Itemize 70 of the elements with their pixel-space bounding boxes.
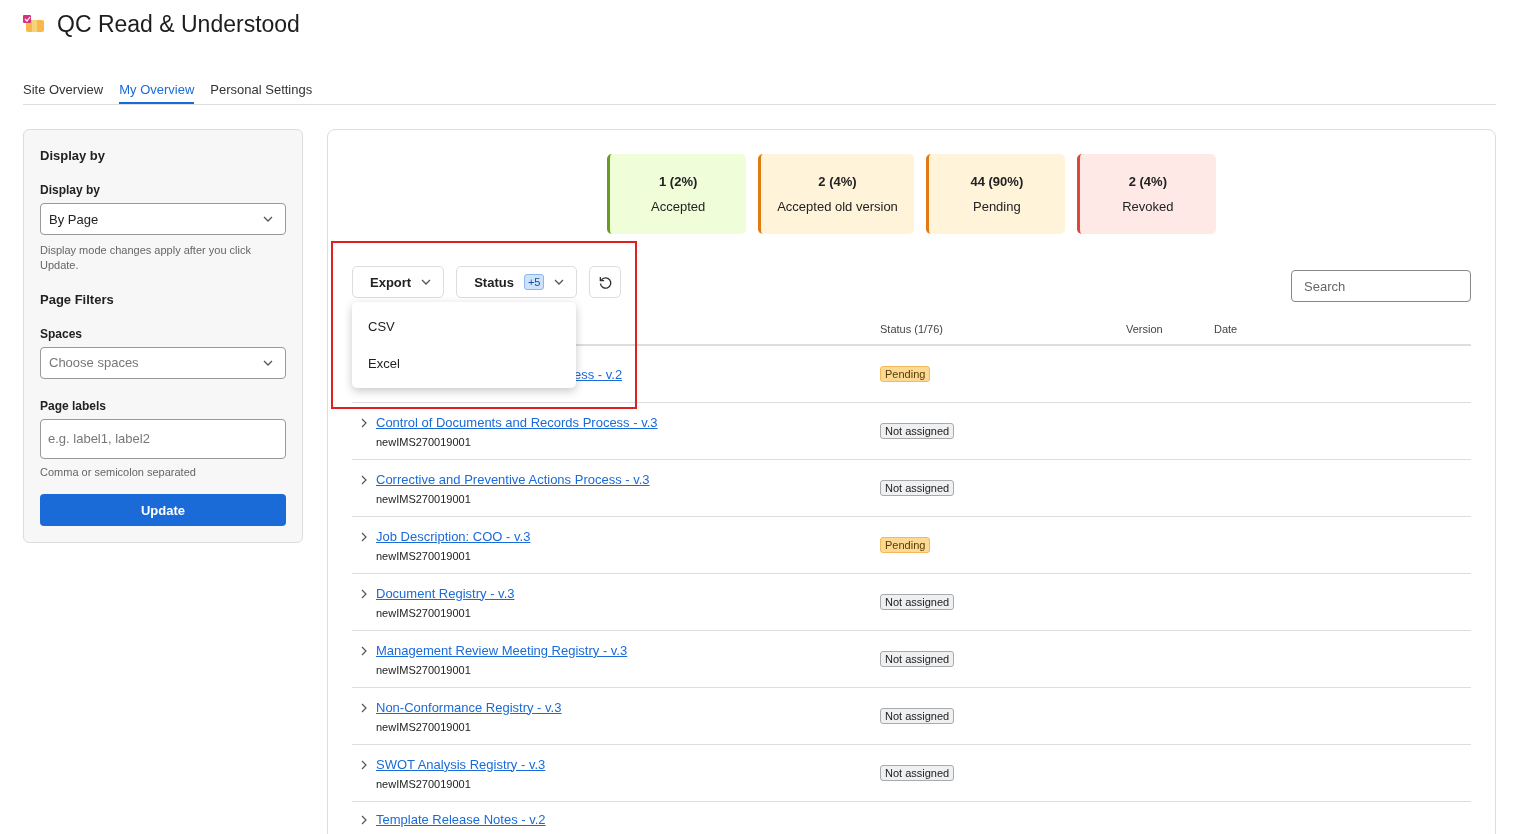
count-badge: +5 [523,274,545,290]
reset-button[interactable] [589,266,622,298]
status-badge: Not assigned [880,480,955,496]
hint-text: Display mode changes apply after you click Update. [40,243,252,274]
summary-label: Revoked [1122,199,1174,214]
status-filter-button[interactable]: Status +5 [456,266,578,298]
summary-count: 2 (4%) [818,174,857,189]
chevron-right-icon[interactable] [360,474,368,485]
space-key: newIMS270019001 [376,663,628,676]
space-key: newIMS270019001 [376,777,546,790]
space-key: newIMS270019001 [376,720,562,733]
page-link[interactable]: Document Registry - v.3 [376,585,515,601]
export-button[interactable]: Export [352,266,445,298]
page-link[interactable]: Management Review Meeting Registry - v.3 [376,642,628,658]
chevron-down-icon [263,216,273,222]
reset-icon [597,274,613,290]
summary-label: Pending [973,199,1021,214]
column-header: Date [1214,323,1239,335]
section-heading: Display by [40,148,107,163]
page-link[interactable]: Template Release Notes - v.2 [376,812,546,827]
summary-count: 2 (4%) [1128,174,1167,189]
space-key: newIMS270019001 [376,492,650,505]
app-logo-icon [23,15,45,33]
status-badge: Not assigned [880,765,955,781]
chevron-right-icon[interactable] [360,531,368,542]
chevron-down-icon [421,279,432,285]
spaces-select[interactable]: Choose spaces [40,346,286,379]
page-link[interactable]: Control of Documents and Records Process - v.3 [376,414,658,430]
status-badge: Not assigned [880,594,955,610]
summary-count: 1 (2%) [659,174,698,189]
space-key: newIMS270019001 [376,549,531,562]
chevron-right-icon[interactable] [360,702,368,713]
menu-item[interactable]: CSV [352,308,576,345]
status-badge: Not assigned [880,708,955,724]
search-field[interactable]: Search [1291,270,1471,302]
chevron-right-icon[interactable] [360,759,368,770]
column-header: Version [1126,323,1164,335]
section-heading: Page Filters [40,291,115,307]
update-button[interactable]: Update [40,494,286,527]
page-link[interactable]: Non-Conformance Registry - v.3 [376,699,562,715]
field-label: Page labels [40,398,108,413]
app-title: QC Read & Understood [57,10,300,38]
page-link[interactable]: SWOT Analysis Registry - v.3 [376,756,546,772]
tab[interactable]: Site Overview [23,76,104,104]
status-badge: Not assigned [880,651,955,667]
chevron-down-icon [554,279,565,285]
summary-count: 44 (90%) [970,174,1024,189]
chevron-right-icon[interactable] [360,645,368,656]
status-badge: Pending [880,537,931,553]
field-label: Spaces [40,326,84,341]
status-badge: Pending [880,366,931,382]
display-by-select[interactable]: By Page [40,203,286,235]
chevron-right-icon[interactable] [360,815,368,825]
labels-input-field[interactable]: e.g. label1, label2 [40,418,286,459]
summary-label: Accepted old version [777,199,898,214]
page-link[interactable]: Corrective and Preventive Actions Process - v.3 [376,471,650,487]
status-badge: Not assigned [880,423,955,439]
chevron-right-icon[interactable] [360,417,368,428]
tab[interactable]: Personal Settings [210,76,313,104]
space-key: newIMS270019001 [376,606,515,619]
tab[interactable]: My Overview [119,76,195,104]
page-link[interactable]: Job Description: COO - v.3 [376,528,531,544]
summary-label: Accepted [651,199,706,214]
column-header: Status (1/76) [880,323,944,335]
space-key: newIMS270019001 [376,435,658,448]
hint-text: Comma or semicolon separated [40,464,197,480]
chevron-right-icon[interactable] [360,588,368,599]
menu-item[interactable]: Excel [352,345,576,382]
field-label: Display by [40,183,102,197]
chevron-down-icon [263,359,273,366]
